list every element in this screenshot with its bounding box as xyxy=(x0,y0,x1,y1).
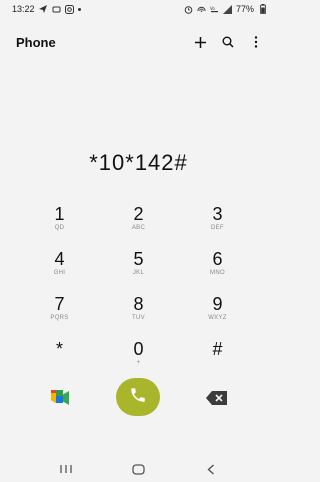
key-7[interactable]: 7 PQRS xyxy=(20,292,99,337)
add-icon[interactable] xyxy=(193,35,207,49)
keypad: 1 QD 2 ABC 3 DEF 4 GHI 5 JKL 6 MNO 7 PQR… xyxy=(20,202,257,382)
status-time: 13:22 xyxy=(12,4,35,14)
key-9[interactable]: 9 WXYZ xyxy=(178,292,257,337)
key-letters: PQRS xyxy=(50,315,69,321)
status-bar: 13:22 Vo 77% xyxy=(0,0,277,18)
key-digit: 3 xyxy=(212,204,223,224)
search-icon[interactable] xyxy=(221,35,235,49)
key-letters: DEF xyxy=(211,225,224,231)
key-digit: 1 xyxy=(54,204,65,224)
hotspot-icon xyxy=(197,5,206,14)
key-letters: + xyxy=(136,360,141,366)
action-row xyxy=(0,378,277,418)
key-digit: # xyxy=(212,339,223,359)
battery-icon xyxy=(258,4,267,14)
key-digit: 7 xyxy=(54,294,65,314)
key-digit: * xyxy=(55,339,63,359)
key-digit: 5 xyxy=(133,249,144,269)
alarm-icon xyxy=(184,5,193,14)
key-hash[interactable]: # xyxy=(178,337,257,382)
key-3[interactable]: 3 DEF xyxy=(178,202,257,247)
call-button[interactable] xyxy=(116,378,160,416)
key-letters: GHI xyxy=(53,270,66,276)
sync-icon xyxy=(52,5,61,14)
svg-text:Vo: Vo xyxy=(210,6,215,11)
key-8[interactable]: 8 TUV xyxy=(99,292,178,337)
phone-icon xyxy=(129,386,147,409)
signal-icon xyxy=(222,4,232,14)
recents-icon[interactable] xyxy=(56,462,76,476)
home-icon[interactable] xyxy=(128,462,148,476)
key-letters: TUV xyxy=(132,315,145,321)
key-digit: 8 xyxy=(133,294,144,314)
battery-percent: 77% xyxy=(235,4,254,14)
more-vert-icon[interactable] xyxy=(249,35,263,49)
key-letters: WXYZ xyxy=(208,315,227,321)
status-left: 13:22 xyxy=(12,4,81,14)
navigation-icon xyxy=(39,5,48,14)
key-1[interactable]: 1 QD xyxy=(20,202,99,247)
key-star[interactable]: * xyxy=(20,337,99,382)
wifi-calling-icon: Vo xyxy=(210,5,219,14)
instagram-icon xyxy=(64,4,74,14)
app-title: Phone xyxy=(16,34,56,50)
key-digit: 2 xyxy=(133,204,144,224)
key-letters: JKL xyxy=(132,270,145,276)
key-6[interactable]: 6 MNO xyxy=(178,247,257,292)
key-4[interactable]: 4 GHI xyxy=(20,247,99,292)
dot-icon xyxy=(77,7,81,11)
status-right: Vo 77% xyxy=(184,4,267,14)
backspace-icon[interactable] xyxy=(206,391,228,405)
app-bar: Phone xyxy=(0,28,277,56)
key-2[interactable]: 2 ABC xyxy=(99,202,178,247)
dialed-number: *10*142# xyxy=(89,150,188,175)
key-digit: 4 xyxy=(54,249,65,269)
back-icon[interactable] xyxy=(201,462,221,476)
key-0[interactable]: 0 + xyxy=(99,337,178,382)
key-letters: QD xyxy=(54,225,65,231)
app-actions xyxy=(193,35,263,49)
nav-bar xyxy=(0,458,277,480)
key-letters: ABC xyxy=(131,225,146,231)
key-digit: 0 xyxy=(133,339,144,359)
key-digit: 9 xyxy=(212,294,223,314)
key-5[interactable]: 5 JKL xyxy=(99,247,178,292)
key-digit: 6 xyxy=(212,249,223,269)
key-letters: MNO xyxy=(210,270,225,276)
video-call-icon[interactable] xyxy=(50,390,70,406)
